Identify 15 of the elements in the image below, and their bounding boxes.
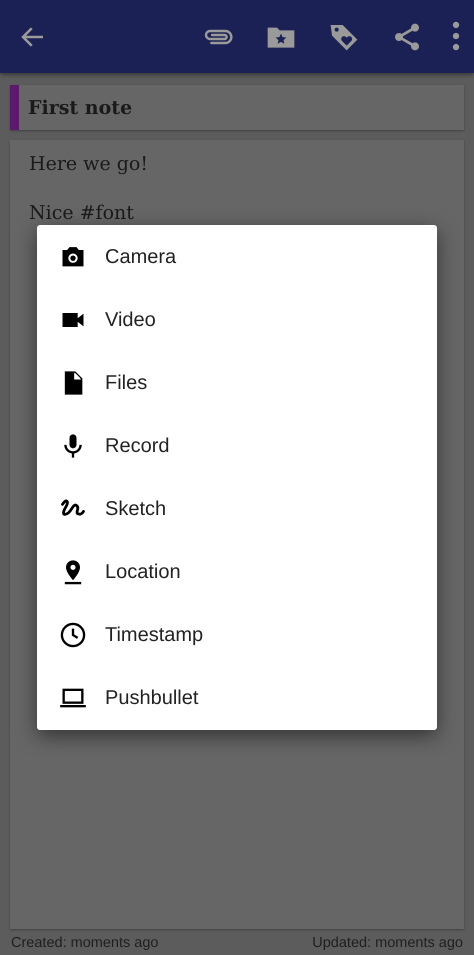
created-date: Created: moments ago [11, 935, 158, 951]
attachment-option[interactable]: Timestamp [37, 604, 437, 666]
attachment-option[interactable]: Location [37, 540, 437, 604]
note-title: First note [27, 96, 132, 118]
attachment-option[interactable]: Video [37, 288, 437, 352]
note-text-line: Nice #font [29, 201, 134, 225]
attachment-option[interactable]: Record [37, 414, 437, 478]
attachment-option[interactable]: Camera [37, 226, 437, 288]
attachment-option[interactable]: Files [37, 352, 437, 414]
attachment-option[interactable]: Pushbullet [37, 666, 437, 730]
attachment-option[interactable]: Sketch [37, 478, 437, 540]
clock-icon [59, 621, 87, 649]
more-icon [452, 20, 460, 50]
note-text-line: Here we go! [29, 152, 148, 176]
updated-date: Updated: moments ago [312, 935, 463, 951]
